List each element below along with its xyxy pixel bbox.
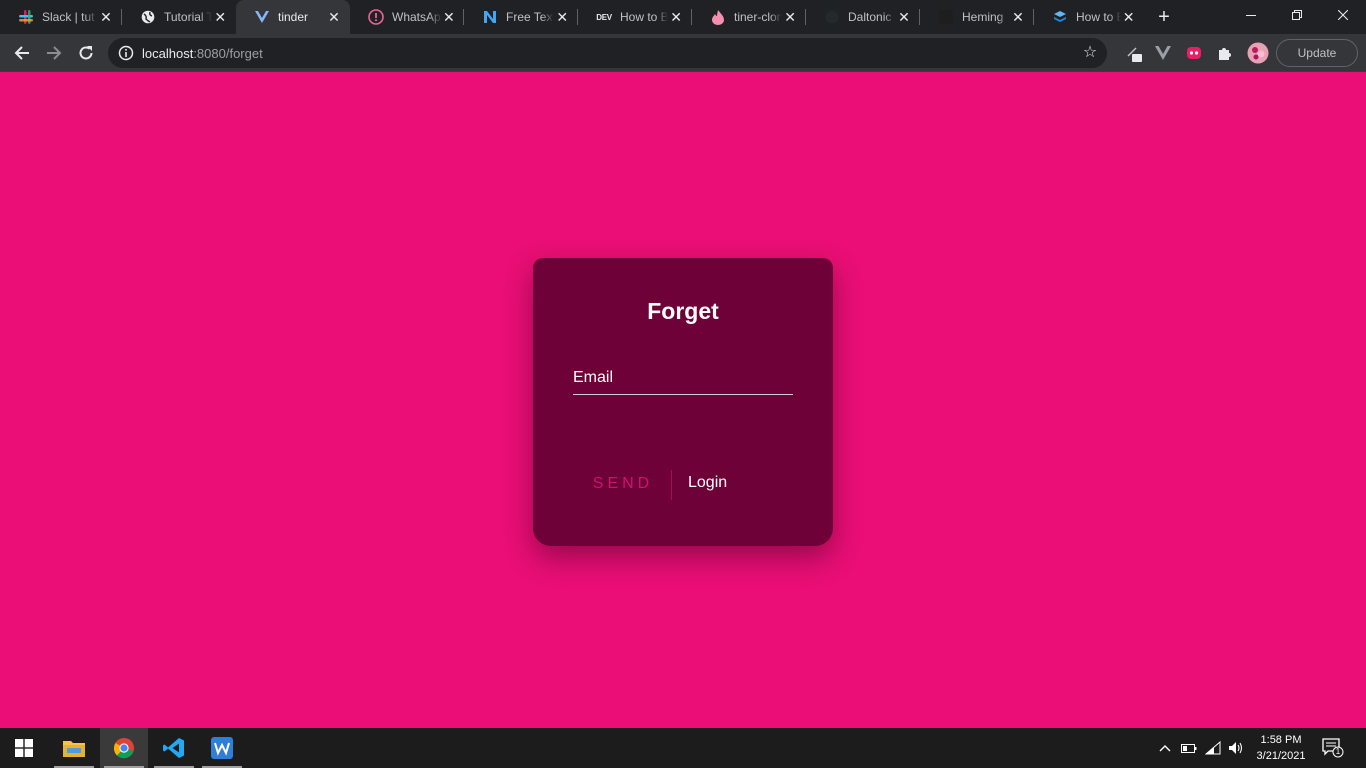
url-host: localhost: [142, 46, 194, 61]
close-tab-icon[interactable]: ✕: [668, 9, 684, 25]
vscode-button[interactable]: [150, 728, 198, 768]
tab-title: Heming: [962, 10, 1004, 24]
n-logo-icon: [482, 9, 498, 25]
url-text: localhost:8080/forget: [142, 46, 263, 61]
tab-title: tinder: [278, 10, 309, 24]
notification-count-badge: 1: [1335, 747, 1341, 756]
page-title: Forget: [647, 298, 719, 324]
new-tab-button[interactable]: +: [1154, 7, 1174, 27]
vue-icon: [254, 9, 270, 25]
email-field: [573, 363, 793, 395]
bookmark-star-icon[interactable]: ☆: [1081, 44, 1099, 62]
browser-tab-strip: Slack | tut ✕ Tutorial T ✕ tinder ✕ What…: [0, 0, 1366, 34]
file-explorer-icon: [63, 741, 85, 757]
wps-writer-icon: [211, 737, 233, 759]
restore-icon: [1292, 10, 1302, 20]
action-divider: [671, 470, 672, 500]
extension-bot-icon[interactable]: [1185, 44, 1203, 62]
tab-title: Daltonic: [848, 10, 892, 24]
tab-free-text[interactable]: Free Text ✕: [464, 0, 578, 34]
minimize-icon: [1246, 15, 1256, 16]
stack-icon: [1052, 9, 1068, 25]
close-tab-icon[interactable]: ✕: [896, 9, 912, 25]
close-icon: [1338, 10, 1348, 20]
github-icon: [824, 9, 840, 25]
browser-toolbar: localhost:8080/forget ☆ Update: [0, 34, 1366, 72]
arrow-right-icon: [47, 46, 62, 60]
slack-icon: [18, 9, 34, 25]
chrome-icon: [113, 738, 134, 759]
clock-date: 3/21/2021: [1256, 750, 1306, 762]
close-tab-icon[interactable]: ✕: [442, 9, 456, 25]
page-content: Forget SEND Login: [0, 72, 1366, 728]
whatsapp-alert-icon: [368, 9, 384, 25]
close-tab-icon[interactable]: ✕: [782, 9, 798, 25]
close-tab-icon[interactable]: ✕: [326, 9, 342, 25]
forward-button[interactable]: [41, 40, 67, 66]
battery-icon[interactable]: [1181, 740, 1197, 756]
close-tab-icon[interactable]: ✕: [1121, 9, 1136, 25]
profile-avatar[interactable]: [1247, 42, 1269, 64]
wifi-icon[interactable]: [1205, 740, 1221, 756]
tab-title: How to B: [1076, 10, 1122, 24]
close-tab-icon[interactable]: ✕: [212, 9, 228, 25]
wps-writer-button[interactable]: [198, 728, 246, 768]
extension-pen-icon[interactable]: [1126, 44, 1144, 62]
tab-title: WhatsApp: [392, 10, 442, 24]
tab-title: Slack | tut: [42, 10, 95, 24]
email-input[interactable]: [573, 363, 793, 393]
arrow-left-icon: [14, 46, 29, 60]
tab-title: tiner-clon: [734, 10, 783, 24]
tab-tinder[interactable]: tinder ✕: [236, 0, 350, 34]
tab-slack[interactable]: Slack | tut ✕: [0, 0, 122, 34]
update-button[interactable]: Update: [1276, 39, 1358, 67]
firebase-icon: [710, 9, 726, 25]
back-button[interactable]: [9, 40, 35, 66]
close-tab-icon[interactable]: ✕: [554, 9, 570, 25]
extensions-puzzle-icon[interactable]: [1216, 44, 1234, 62]
minimize-button[interactable]: [1228, 0, 1274, 30]
close-tab-icon[interactable]: ✕: [1010, 9, 1026, 25]
tab-how-to-stack[interactable]: How to B ✕: [1034, 0, 1144, 34]
system-clock[interactable]: 1:58 PM 3/21/2021: [1248, 732, 1314, 764]
close-tab-icon[interactable]: ✕: [98, 9, 114, 25]
clock-time: 1:58 PM: [1260, 734, 1302, 746]
vue-devtools-icon[interactable]: [1154, 44, 1172, 62]
url-path: :8080/forget: [193, 46, 263, 61]
tab-title: Free Text: [506, 10, 555, 24]
address-bar[interactable]: localhost:8080/forget ☆: [108, 38, 1107, 68]
windows-logo-icon: [15, 739, 33, 757]
windows-taskbar: 1:58 PM 3/21/2021 1: [0, 728, 1366, 768]
send-button[interactable]: SEND: [581, 472, 665, 496]
globe-icon: [140, 9, 156, 25]
login-link[interactable]: Login: [688, 474, 727, 492]
tab-title: Tutorial T: [164, 10, 213, 24]
tab-dev-how-to[interactable]: DEV How to B ✕: [578, 0, 692, 34]
tab-whatsapp[interactable]: WhatsApp ✕: [350, 0, 464, 34]
tab-tutorial[interactable]: Tutorial T ✕: [122, 0, 236, 34]
chevron-up-icon[interactable]: [1157, 740, 1173, 756]
chrome-button[interactable]: [100, 728, 148, 768]
start-button[interactable]: [0, 728, 48, 768]
reload-button[interactable]: [73, 40, 99, 66]
hemingway-icon: [938, 9, 954, 25]
dev-icon: DEV: [596, 12, 612, 22]
info-icon[interactable]: [118, 45, 134, 61]
tab-tiner-clone[interactable]: tiner-clon ✕: [692, 0, 806, 34]
vscode-icon: [163, 738, 184, 758]
tab-hemingway[interactable]: Heming ✕: [920, 0, 1034, 34]
tab-title: How to B: [620, 10, 669, 24]
reload-icon: [79, 46, 93, 60]
tab-daltonic[interactable]: Daltonic ✕: [806, 0, 920, 34]
restore-button[interactable]: [1274, 0, 1320, 30]
forget-card: Forget SEND Login: [533, 258, 833, 546]
file-explorer-button[interactable]: [50, 728, 98, 768]
notification-center-button[interactable]: 1: [1322, 738, 1344, 758]
close-window-button[interactable]: [1320, 0, 1366, 30]
volume-icon[interactable]: [1228, 740, 1244, 756]
